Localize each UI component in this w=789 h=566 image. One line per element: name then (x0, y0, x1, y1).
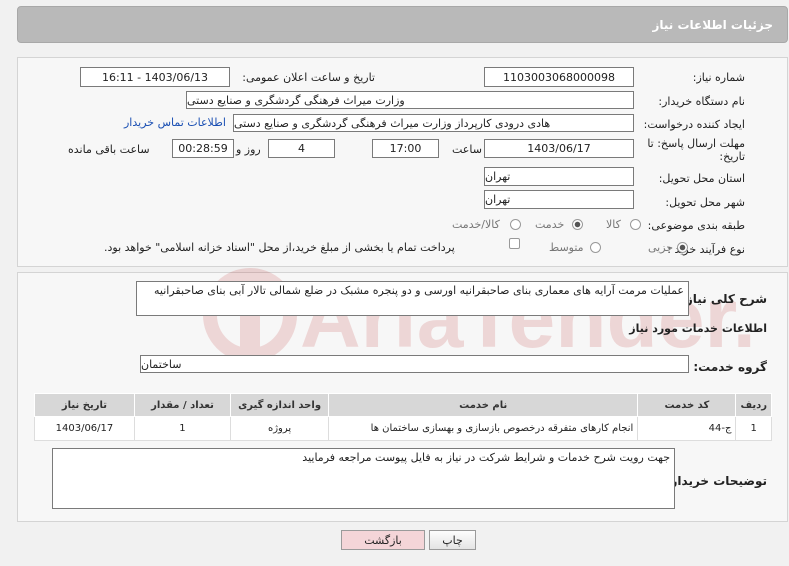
creator-label: ایجاد کننده درخواست: (643, 118, 745, 131)
province-field: تهران (484, 167, 634, 186)
need-number-field: 1103003068000098 (484, 67, 634, 87)
process-minor-label: جزیی (648, 241, 674, 254)
treasury-payment-note: پرداخت تمام یا بخشی از مبلغ خرید،از محل … (104, 241, 455, 254)
buyer-contact-link[interactable]: اطلاعات تماس خریدار (124, 116, 226, 129)
cell-code: ج-44 (637, 416, 737, 441)
col-header-unit: واحد اندازه گیری (230, 393, 330, 417)
category-goods-radio[interactable] (630, 219, 641, 230)
category-goods-service-radio[interactable] (510, 219, 521, 230)
city-field: تهران (484, 190, 634, 209)
service-group-label: گروه خدمت: (693, 360, 767, 374)
category-service-label: خدمت (535, 218, 565, 231)
buyer-notes-label: توضیحات خریدار: (665, 474, 767, 488)
service-group-field: ساختمان (140, 355, 689, 373)
buyer-org-field: وزارت میراث فرهنگی گردشگری و صنایع دستی (186, 91, 634, 109)
deadline-time-label: ساعت (452, 143, 482, 156)
cell-date: 1403/06/17 (34, 416, 135, 441)
days-label: روز و (236, 143, 261, 156)
remaining-time-field: 00:28:59 (172, 139, 234, 158)
back-button[interactable]: بازگشت (341, 530, 425, 550)
remaining-days-field: 4 (268, 139, 335, 158)
creator-field: هادی درودی کارپرداز وزارت میراث فرهنگی گ… (233, 114, 634, 132)
cell-name: انجام کارهای متفرقه درخصوص بازسازی و بهس… (328, 416, 639, 441)
cell-qty: 1 (133, 416, 232, 441)
deadline-label: مهلت ارسال پاسخ: تا (647, 137, 745, 150)
col-header-code: کد خدمت (637, 393, 737, 417)
col-header-row: ردیف (735, 393, 772, 417)
col-header-date: تاریخ نیاز (34, 393, 135, 417)
page-title: جزئیات اطلاعات نیاز (652, 18, 773, 32)
cell-row: 1 (735, 416, 772, 441)
process-minor-radio[interactable] (677, 242, 688, 253)
process-medium-label: متوسط (549, 241, 584, 254)
province-label: استان محل تحویل: (658, 172, 745, 185)
remaining-time-label: ساعت باقی مانده (68, 143, 150, 156)
col-header-qty: تعداد / مقدار (133, 393, 232, 417)
deadline-time-field: 17:00 (372, 139, 439, 158)
need-number-label: شماره نیاز: (692, 71, 745, 84)
deadline-date-label: تاریخ: (719, 150, 745, 163)
category-goods-service-label: کالا/خدمت (452, 218, 500, 231)
print-button[interactable]: چاپ (429, 530, 476, 550)
summary-label: شرح کلی نیاز: (681, 292, 767, 306)
city-label: شهر محل تحویل: (665, 196, 745, 209)
need-info-panel (17, 57, 788, 267)
services-section-title: اطلاعات خدمات مورد نیاز (629, 322, 767, 335)
services-table: ردیف کد خدمت نام خدمت واحد اندازه گیری ت… (34, 393, 772, 441)
category-label: طبقه بندی موضوعی: (647, 219, 745, 232)
page-header: جزئیات اطلاعات نیاز (17, 6, 788, 43)
summary-textarea[interactable]: عملیات مرمت آرایه های معماری بنای صاحبقر… (136, 281, 689, 316)
announce-datetime-label: تاریخ و ساعت اعلان عمومی: (242, 71, 375, 84)
buyer-org-label: نام دستگاه خریدار: (658, 95, 745, 108)
category-service-radio[interactable] (572, 219, 583, 230)
cell-unit: پروژه (230, 416, 330, 441)
deadline-date-field: 1403/06/17 (484, 139, 634, 158)
process-medium-radio[interactable] (590, 242, 601, 253)
announce-datetime-field: 1403/06/13 - 16:11 (80, 67, 230, 87)
treasury-payment-checkbox[interactable] (509, 238, 520, 249)
table-row: 1 ج-44 انجام کارهای متفرقه درخصوص بازساز… (34, 416, 772, 441)
buyer-notes-textarea[interactable]: جهت رویت شرح خدمات و شرایط شرکت در نیاز … (52, 448, 675, 509)
col-header-name: نام خدمت (328, 393, 639, 417)
category-goods-label: کالا (606, 218, 621, 231)
